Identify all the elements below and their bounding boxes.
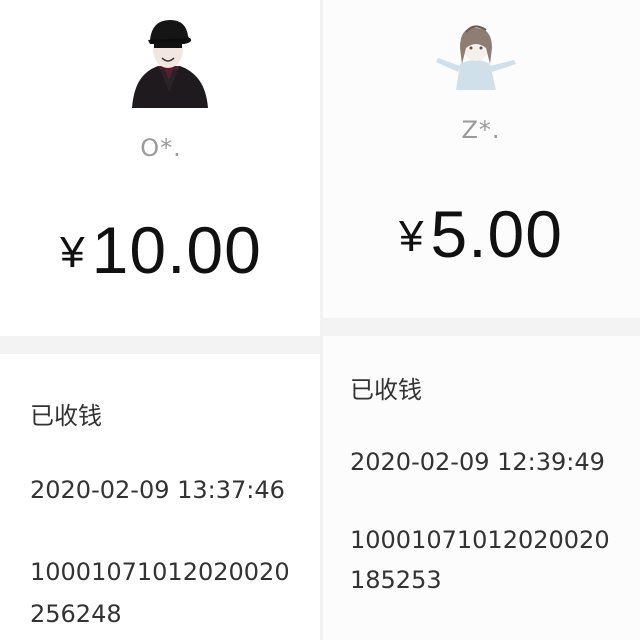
- section-divider: [322, 318, 640, 336]
- currency-symbol: ¥: [60, 228, 86, 277]
- girl-avatar-icon[interactable]: [430, 18, 520, 90]
- payment-receipt-left: O*. ¥10.00 已收钱 2020-02-09 13:37:46 10001…: [0, 0, 322, 640]
- order-number-line1: 10001071012020020: [350, 526, 610, 554]
- payment-status: 已收钱: [350, 376, 422, 404]
- currency-symbol: ¥: [399, 212, 425, 261]
- payer-name: Z*.: [461, 116, 501, 144]
- payment-status: 已收钱: [30, 402, 102, 430]
- payment-time: 2020-02-09 12:39:49: [350, 448, 605, 476]
- order-number-line2: 256248: [30, 600, 122, 628]
- payer-name: O*.: [140, 134, 182, 162]
- amount-value: 5.00: [430, 197, 563, 271]
- payment-amount: ¥5.00: [322, 196, 640, 272]
- payment-amount: ¥10.00: [0, 212, 322, 288]
- panel-divider: [320, 0, 323, 640]
- amount-value: 10.00: [91, 213, 262, 287]
- order-number-line1: 10001071012020020: [30, 558, 290, 586]
- section-divider: [0, 336, 322, 354]
- order-number-line2: 185253: [350, 566, 442, 594]
- payment-time: 2020-02-09 13:37:46: [30, 476, 285, 504]
- man-avatar-icon[interactable]: [128, 14, 210, 108]
- payment-receipt-right: Z*. ¥5.00 已收钱 2020-02-09 12:39:49 100010…: [322, 0, 640, 640]
